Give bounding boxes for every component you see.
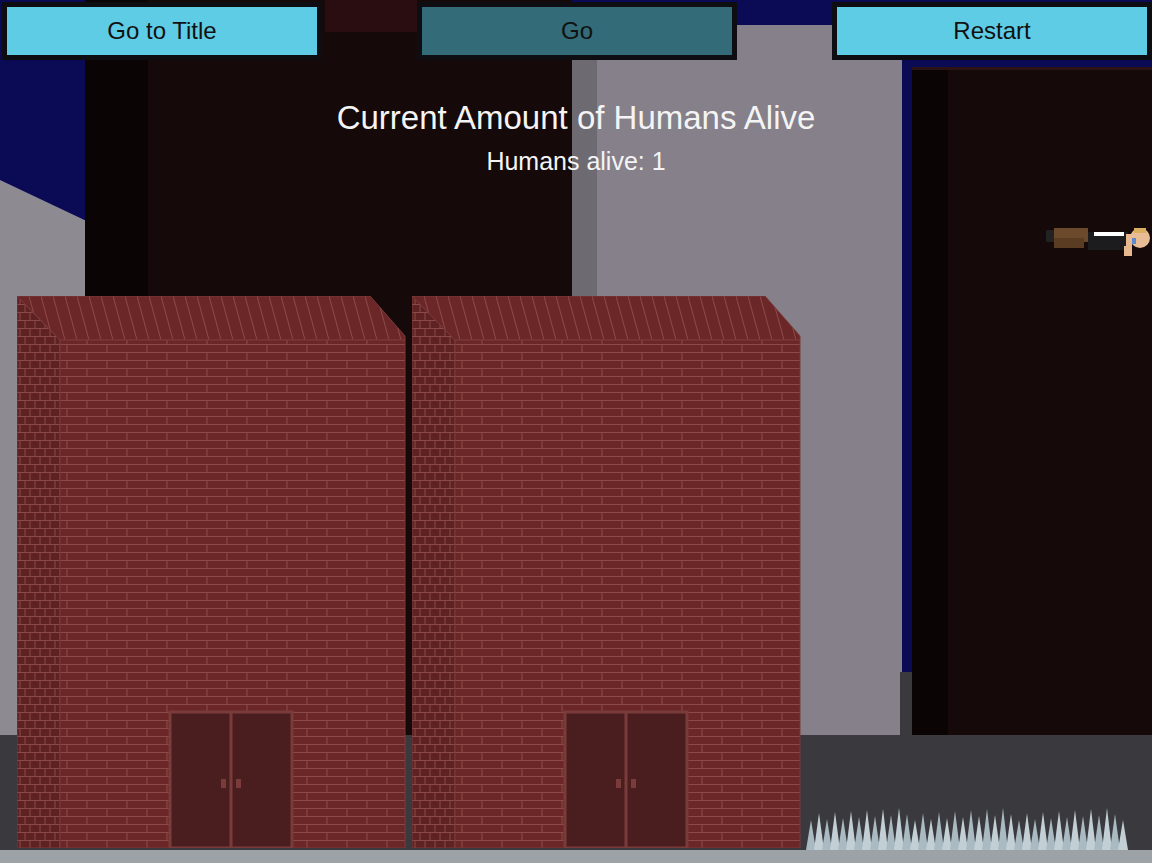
toolbar-button[interactable]: Go xyxy=(417,2,737,60)
toolbar-button[interactable]: Restart xyxy=(832,2,1152,60)
humans-counter: Humans alive: 1 xyxy=(486,146,665,176)
hud: Current Amount of Humans Alive Humans ali… xyxy=(0,98,1152,176)
door xyxy=(170,712,292,848)
right-tower xyxy=(912,67,1152,740)
human-figure xyxy=(1046,216,1152,260)
pavement xyxy=(0,850,1152,863)
ground xyxy=(900,672,912,742)
brick-building xyxy=(17,296,407,848)
tower-cap xyxy=(325,0,417,32)
spikes xyxy=(806,805,1132,850)
door xyxy=(565,712,687,848)
game-scene: Current Amount of Humans Alive Humans ali… xyxy=(0,0,1152,863)
toolbar-button[interactable]: Go to Title xyxy=(2,2,322,60)
brick-building xyxy=(412,296,802,848)
hud-title: Current Amount of Humans Alive xyxy=(337,98,816,138)
toolbar: Go to Title Go Restart xyxy=(0,0,1152,60)
